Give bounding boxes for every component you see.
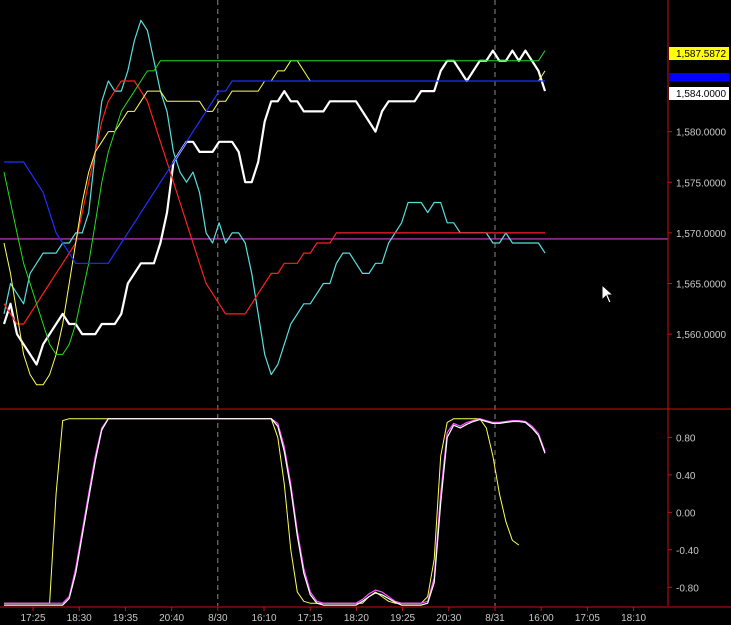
price-tag-label: 1,584.0000 <box>676 89 726 100</box>
time-tick-label: 20:40 <box>159 613 184 624</box>
grid-lines <box>217 0 496 606</box>
time-tick-label: 18:10 <box>621 613 646 624</box>
oscillator-panel-series <box>4 418 546 606</box>
time-tick-label: 20:30 <box>436 613 461 624</box>
axes <box>0 0 731 608</box>
price-tags: 1,587.5872 1,584.0000 <box>669 47 729 100</box>
oscillator-series-1 <box>4 418 546 604</box>
time-tick-label: 17:25 <box>20 613 45 624</box>
price-tag-label: 1,587.5872 <box>676 49 726 60</box>
x-tick-labels: 17:25 18:30 19:35 20:40 8/30 16:10 17:15 18:20 1… <box>20 607 647 624</box>
oscillator-series-0 <box>4 418 520 604</box>
y-tick-labels: 1,560.0000 1,565.0000 1,570.0000 1,575.0000… <box>668 128 726 594</box>
price-tag-box <box>669 73 729 81</box>
price-panel-series <box>0 19 668 386</box>
oscillator-tick-label: 0.00 <box>676 508 696 519</box>
time-tick-label: 18:20 <box>344 613 369 624</box>
price-tick-label: 1,575.0000 <box>676 178 726 189</box>
oscillator-tick-label: -0.80 <box>676 583 699 594</box>
time-tick-label: 16:10 <box>251 613 276 624</box>
price-series-0 <box>2 49 547 366</box>
time-tick-label: 19:35 <box>113 613 138 624</box>
time-tick-label: 16:00 <box>529 613 554 624</box>
time-tick-label: 8/30 <box>208 613 228 624</box>
time-tick-label: 19:25 <box>390 613 415 624</box>
oscillator-tick-label: 0.40 <box>676 471 696 482</box>
price-tick-label: 1,580.0000 <box>676 128 726 139</box>
oscillator-tick-label: -0.40 <box>676 546 699 557</box>
time-tick-label: 18:30 <box>67 613 92 624</box>
time-tick-label: 8/31 <box>485 613 505 624</box>
chart-canvas: 1,560.0000 1,565.0000 1,570.0000 1,575.0000… <box>0 0 731 624</box>
price-series-5 <box>4 80 545 264</box>
price-tick-label: 1,560.0000 <box>676 330 726 341</box>
time-tick-label: 17:05 <box>575 613 600 624</box>
oscillator-tick-label: 0.80 <box>676 433 696 444</box>
price-series-4 <box>3 50 546 355</box>
price-series-2 <box>3 80 545 325</box>
mouse-cursor-icon <box>601 284 615 304</box>
price-tick-label: 1,565.0000 <box>676 280 726 291</box>
price-tick-label: 1,570.0000 <box>676 229 726 240</box>
time-tick-label: 17:15 <box>298 613 323 624</box>
